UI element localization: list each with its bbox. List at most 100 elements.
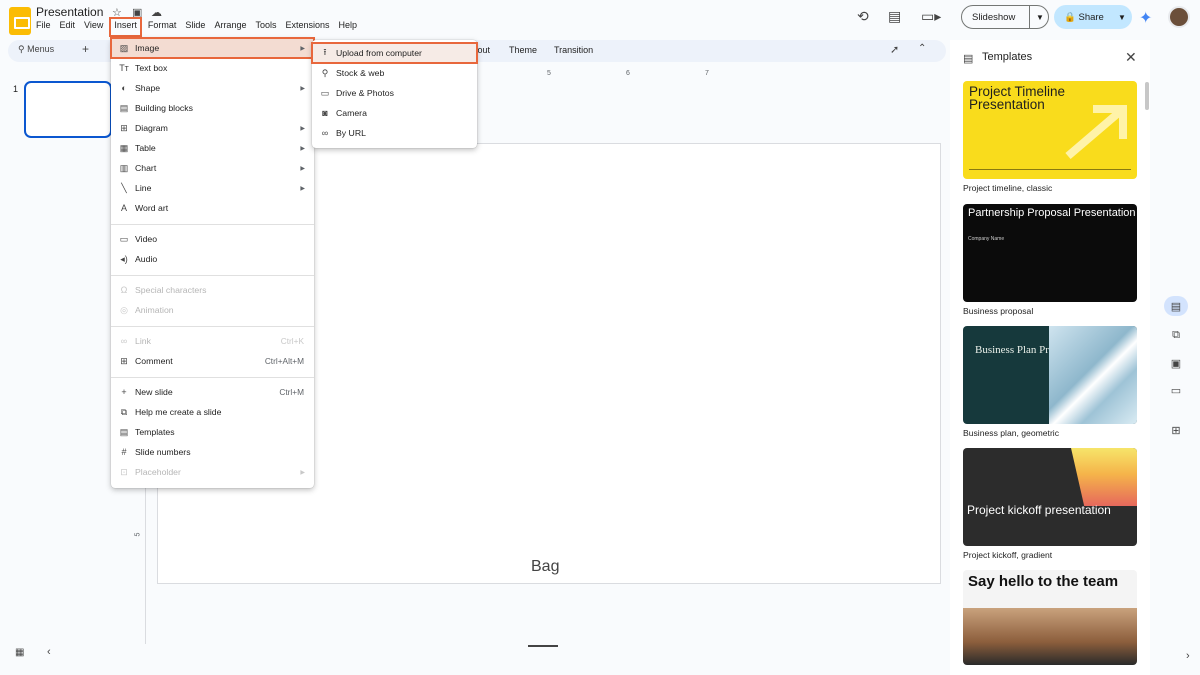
menu-item-chart[interactable]: ▥ Chart ▶: [111, 158, 314, 178]
submenu-item-upload[interactable]: ⭱ Upload from computer: [311, 42, 478, 64]
menu-item-comment[interactable]: ⊞ Comment Ctrl+Alt+M: [111, 351, 314, 371]
chevron-right-icon[interactable]: ›: [1186, 650, 1190, 662]
cloud-saved-icon[interactable]: ☁: [151, 6, 162, 19]
chevron-down-icon[interactable]: ▼: [1030, 13, 1044, 22]
menu-item-label: Link: [135, 336, 151, 346]
comment-icon[interactable]: ▤: [888, 8, 901, 25]
ruler-number: 7: [705, 70, 709, 77]
speaker-notes-handle[interactable]: [528, 645, 558, 647]
slides-logo-icon[interactable]: [9, 7, 31, 35]
share-button[interactable]: 🔒 Share ▼: [1054, 5, 1132, 29]
menu-item-audio[interactable]: ◂) Audio: [111, 249, 314, 269]
templates-icon: ▤: [963, 53, 974, 65]
menu-insert[interactable]: Insert: [109, 17, 142, 37]
menu-item-label: Special characters: [135, 285, 207, 295]
menu-item-word-art[interactable]: A Word art: [111, 198, 314, 218]
close-icon[interactable]: ✕: [1125, 49, 1137, 66]
new-slide-plus-icon[interactable]: +: [82, 42, 89, 56]
menu-item-new-slide[interactable]: + New slide Ctrl+M: [111, 382, 314, 402]
template-card-business-plan[interactable]: Business Plan Presentation: [963, 326, 1137, 424]
chevron-right-icon: ▶: [300, 165, 305, 172]
link-icon: ∞: [321, 128, 329, 138]
menu-item-shortcut: Ctrl+M: [279, 387, 304, 397]
menu-item-image[interactable]: ▨ Image ▶: [110, 37, 315, 59]
template-card-timeline[interactable]: Project Timeline Presentation: [963, 81, 1137, 179]
folder-rail-icon[interactable]: ▭: [1169, 384, 1183, 397]
avatar[interactable]: [1168, 6, 1190, 28]
history-icon[interactable]: ⟲: [857, 8, 869, 25]
slides-rail-icon[interactable]: ⧉: [1169, 329, 1183, 342]
document-title[interactable]: Presentation: [36, 5, 103, 19]
menu-item-slide-numbers[interactable]: # Slide numbers: [111, 442, 314, 462]
menu-arrange[interactable]: Arrange: [214, 20, 246, 34]
menu-separator: [111, 377, 314, 378]
template-card-kickoff[interactable]: Project kickoff presentation: [963, 448, 1137, 546]
menu-item-label: Placeholder: [135, 467, 181, 477]
slideshow-button[interactable]: Slideshow ▼: [961, 5, 1049, 29]
panel-scrollbar[interactable]: [1145, 82, 1149, 110]
menu-item-shortcut: Ctrl+K: [280, 336, 304, 346]
audio-icon: ◂): [120, 253, 128, 264]
submenu-item-by-url[interactable]: ∞ By URL: [312, 123, 477, 143]
slideshow-label: Slideshow: [972, 11, 1016, 23]
template-name: Business plan, geometric: [963, 428, 1060, 438]
menu-item-text-box[interactable]: Tт Text box: [111, 58, 314, 78]
diagram-icon: ⊞: [120, 122, 128, 133]
meet-icon[interactable]: ▭▸: [921, 8, 941, 25]
menu-item-label: New slide: [135, 387, 173, 397]
menu-item-building-blocks[interactable]: ▤ Building blocks: [111, 98, 314, 118]
menu-item-help-me-create[interactable]: ⧉ Help me create a slide: [111, 402, 314, 422]
menu-item-templates[interactable]: ▤ Templates: [111, 422, 314, 442]
arrow-graphic: [1065, 105, 1127, 160]
share-label: 🔒 Share: [1054, 12, 1112, 23]
theme-button[interactable]: Theme: [509, 45, 537, 55]
collapse-toolbar-icon[interactable]: ⌃: [918, 43, 926, 54]
gemini-sparkle-icon[interactable]: ✦: [1139, 8, 1152, 28]
template-name: Project timeline, classic: [963, 183, 1053, 193]
transition-button[interactable]: Transition: [554, 45, 593, 55]
vertical-ruler-number: 5: [134, 532, 142, 537]
pointer-icon[interactable]: ➚: [890, 43, 899, 56]
menu-view[interactable]: View: [84, 20, 103, 34]
menu-item-label: Chart: [135, 163, 157, 173]
star-icon[interactable]: ☆: [112, 6, 122, 19]
chevron-down-icon[interactable]: ▼: [1112, 13, 1126, 22]
submenu-item-camera[interactable]: ◙ Camera: [312, 103, 477, 123]
submenu-item-drive-photos[interactable]: ▭ Drive & Photos: [312, 83, 477, 103]
menu-item-shape[interactable]: ◐ Shape ▶: [111, 78, 314, 98]
menu-tools[interactable]: Tools: [255, 20, 276, 34]
slide-caption[interactable]: Bag: [531, 558, 559, 576]
collapse-filmstrip-icon[interactable]: ‹: [47, 646, 51, 658]
share-text: Share: [1078, 11, 1104, 23]
submenu-item-stock-web[interactable]: ⚲ Stock & web: [312, 63, 477, 83]
menu-item-special-characters: Ω Special characters: [111, 280, 314, 300]
template-card-proposal[interactable]: Partnership Proposal Presentation Compan…: [963, 204, 1137, 302]
menu-item-label: Table: [135, 143, 156, 153]
menu-edit[interactable]: Edit: [60, 20, 76, 34]
menu-item-label: Help me create a slide: [135, 407, 222, 417]
menu-item-label: Animation: [135, 305, 174, 315]
menu-item-table[interactable]: ▦ Table ▶: [111, 138, 314, 158]
add-addon-icon[interactable]: ⊞: [1169, 424, 1183, 437]
keep-rail-icon[interactable]: ▣: [1169, 357, 1183, 370]
plus-icon: +: [121, 387, 127, 397]
menu-help[interactable]: Help: [339, 20, 358, 34]
search-menus[interactable]: ⚲ Menus: [18, 44, 54, 55]
menu-file[interactable]: File: [36, 20, 51, 34]
menu-item-link: ∞ Link Ctrl+K: [111, 331, 314, 351]
menu-format[interactable]: Format: [148, 20, 177, 34]
menu-slide[interactable]: Slide: [185, 20, 205, 34]
panel-title: Templates: [982, 51, 1033, 63]
search-icon: ⚲: [18, 44, 25, 54]
move-folder-icon[interactable]: ▣: [132, 6, 142, 19]
menu-item-line[interactable]: ╲ Line ▶: [111, 178, 314, 198]
submenu-item-label: Upload from computer: [336, 48, 422, 58]
chart-icon: ▥: [119, 162, 129, 173]
grid-view-icon[interactable]: ▦: [15, 647, 24, 658]
menu-extensions[interactable]: Extensions: [285, 20, 329, 34]
template-card-team[interactable]: Say hello to the team: [963, 570, 1137, 665]
menu-item-diagram[interactable]: ⊞ Diagram ▶: [111, 118, 314, 138]
menu-item-video[interactable]: ▭ Video: [111, 229, 314, 249]
templates-rail-icon[interactable]: ▤: [1169, 300, 1183, 313]
slide-thumbnail[interactable]: [24, 81, 112, 138]
